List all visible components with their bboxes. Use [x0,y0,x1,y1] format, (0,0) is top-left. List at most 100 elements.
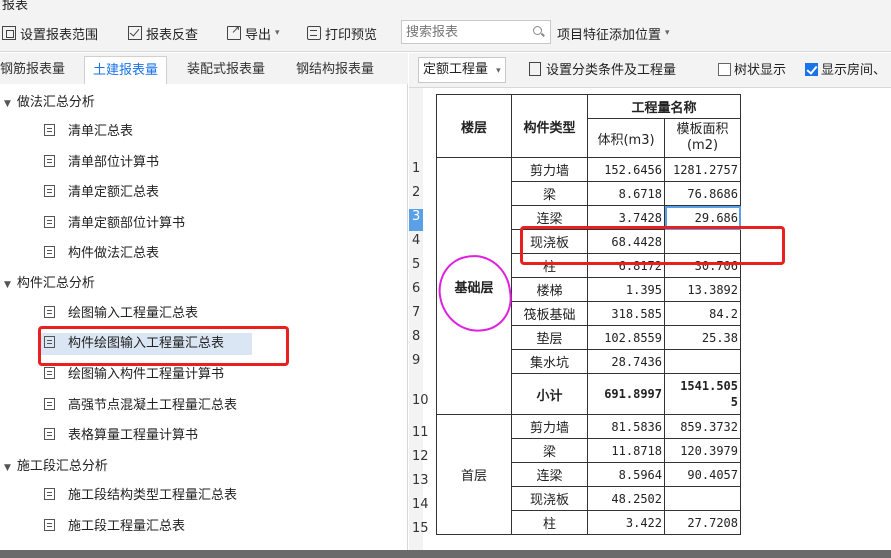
search-icon[interactable] [533,26,542,35]
search-box[interactable] [401,20,551,44]
row-number[interactable]: 12 [409,449,429,464]
formwork-cell[interactable]: 27.7208 [664,510,741,535]
floor-cell[interactable]: 首层 [436,414,512,535]
volume-cell[interactable]: 48.2502 [587,486,665,511]
row-number[interactable]: 8 [409,329,423,344]
formwork-cell[interactable] [664,486,741,511]
row-number-current[interactable]: 3 [409,209,423,231]
checkbox-unchecked[interactable] [718,63,731,76]
expand-arrow-icon[interactable]: ▼ [4,280,11,290]
type-cell[interactable]: 梁 [511,181,588,206]
tree-item[interactable]: 清单汇总表 [44,121,133,143]
formwork-cell[interactable]: 13.3892 [664,277,741,302]
type-cell[interactable]: 垫层 [511,325,588,350]
print-preview-button[interactable]: 打印预览 [307,23,377,43]
type-cell[interactable]: 柱 [511,253,588,278]
type-cell[interactable]: 现浇板 [511,229,588,254]
formwork-cell[interactable]: 76.8686 [664,181,741,206]
type-cell[interactable]: 集水坑 [511,349,588,374]
type-cell[interactable]: 连梁 [511,205,588,230]
tab-rebar-report[interactable]: 钢筋报表量 [0,56,73,84]
checkbox-checked[interactable] [805,63,818,76]
row-number[interactable]: 7 [409,305,423,320]
volume-cell[interactable]: 28.7436 [587,349,665,374]
row-number[interactable]: 4 [409,233,423,248]
formwork-cell[interactable]: 25.38 [664,325,741,350]
set-range-button[interactable]: 设置报表范围 [2,23,98,43]
row-number[interactable]: 2 [409,185,423,200]
report-review-button[interactable]: 报表反查 [128,23,198,43]
row-number[interactable]: 6 [409,281,423,296]
volume-cell[interactable]: 1.395 [587,277,665,302]
volume-cell[interactable]: 8.5964 [587,462,665,487]
tree-item[interactable]: 清单定额汇总表 [44,182,159,204]
formwork-cell[interactable] [664,229,741,254]
type-cell[interactable]: 连梁 [511,462,588,487]
formwork-cell[interactable]: 120.3979 [664,438,741,463]
tree-item[interactable]: 施工段结构类型工程量汇总表 [44,485,237,507]
volume-cell[interactable]: 3.7428 [587,205,665,230]
tree-group-method-summary[interactable]: ▼ 做法汇总分析 [4,93,95,113]
type-cell[interactable]: 柱 [511,510,588,535]
type-cell[interactable]: 现浇板 [511,486,588,511]
tree-item[interactable]: 构件做法汇总表 [44,243,159,265]
formwork-cell[interactable]: 30.706 [664,253,741,278]
quota-quantity-select[interactable]: 定额工程量 ▾ [418,57,506,83]
tree-display-checkbox[interactable]: 树状显示 [718,61,786,81]
type-cell[interactable]: 楼梯 [511,277,588,302]
tab-steel-report[interactable]: 钢结构报表量 [288,56,382,84]
subtotal-label[interactable]: 小计 [511,373,588,415]
type-cell[interactable]: 剪力墙 [511,157,588,182]
feature-position-dropdown[interactable]: 项目特征添加位置 ▾ [557,23,670,43]
floor-cell[interactable]: 基础层 [436,157,512,415]
type-cell[interactable]: 剪力墙 [511,414,588,439]
row-number[interactable]: 10 [409,393,429,408]
row-number[interactable]: 1 [409,161,423,176]
export-button[interactable]: 导出 ▾ [227,23,280,43]
formwork-cell[interactable]: 84.2 [664,301,741,326]
table-row[interactable]: 首层 剪力墙 81.5836 859.3732 [436,414,741,535]
formwork-cell[interactable] [664,349,741,374]
set-conditions-button[interactable]: 设置分类条件及工程量 [529,61,676,81]
row-number[interactable]: 13 [409,473,429,488]
volume-cell[interactable]: 8.6718 [587,181,665,206]
subtotal-volume[interactable]: 691.8997 [587,373,665,415]
table-row[interactable]: 基础层 剪力墙 152.6456 1281.2757 [436,157,741,415]
volume-cell[interactable]: 81.5836 [587,414,665,439]
tab-prefab-report[interactable]: 装配式报表量 [179,56,273,84]
subtotal-formwork[interactable]: 1541.505 5 [664,373,741,415]
tree-item[interactable]: 表格算量工程量计算书 [44,425,198,447]
volume-cell[interactable]: 68.4428 [587,229,665,254]
volume-cell[interactable]: 11.8718 [587,438,665,463]
row-number[interactable]: 11 [409,425,429,440]
formwork-cell[interactable]: 859.3732 [664,414,741,439]
row-number[interactable]: 15 [409,521,429,536]
type-cell[interactable]: 筏板基础 [511,301,588,326]
row-number[interactable]: 14 [409,497,429,512]
volume-cell[interactable]: 318.585 [587,301,665,326]
type-cell[interactable]: 梁 [511,438,588,463]
show-rooms-checkbox[interactable]: 显示房间、 [805,61,886,81]
tree-item[interactable]: 绘图输入工程量汇总表 [44,303,198,325]
tab-civil-report[interactable]: 土建报表量 [84,56,168,84]
tree-item[interactable]: 高强节点混凝土工程量汇总表 [44,395,237,417]
search-input[interactable] [402,21,522,43]
tree-item[interactable]: 绘图输入构件工程量计算书 [44,364,224,386]
volume-cell[interactable]: 102.8559 [587,325,665,350]
row-number[interactable]: 5 [409,257,423,272]
tree-group-section-summary[interactable]: ▼ 施工段汇总分析 [4,457,108,477]
tree-item[interactable]: 清单定额部位计算书 [44,213,185,235]
tree-group-component-summary[interactable]: ▼ 构件汇总分析 [4,274,95,294]
volume-cell[interactable]: 6.8172 [587,253,665,278]
formwork-cell[interactable]: 1281.2757 [664,157,741,182]
tree-item[interactable]: 清单部位计算书 [44,152,159,174]
tree-item[interactable]: 施工段工程量汇总表 [44,516,185,538]
formwork-cell[interactable]: 90.4057 [664,462,741,487]
volume-cell[interactable]: 152.6456 [587,157,665,182]
volume-cell[interactable]: 3.422 [587,510,665,535]
tree-item-selected[interactable]: 构件绘图输入工程量汇总表 [38,333,253,355]
expand-arrow-icon[interactable]: ▼ [4,463,11,473]
expand-arrow-icon[interactable]: ▼ [4,99,11,109]
formwork-cell-selected[interactable]: 29.686 [664,205,741,230]
row-number[interactable]: 9 [409,353,423,368]
